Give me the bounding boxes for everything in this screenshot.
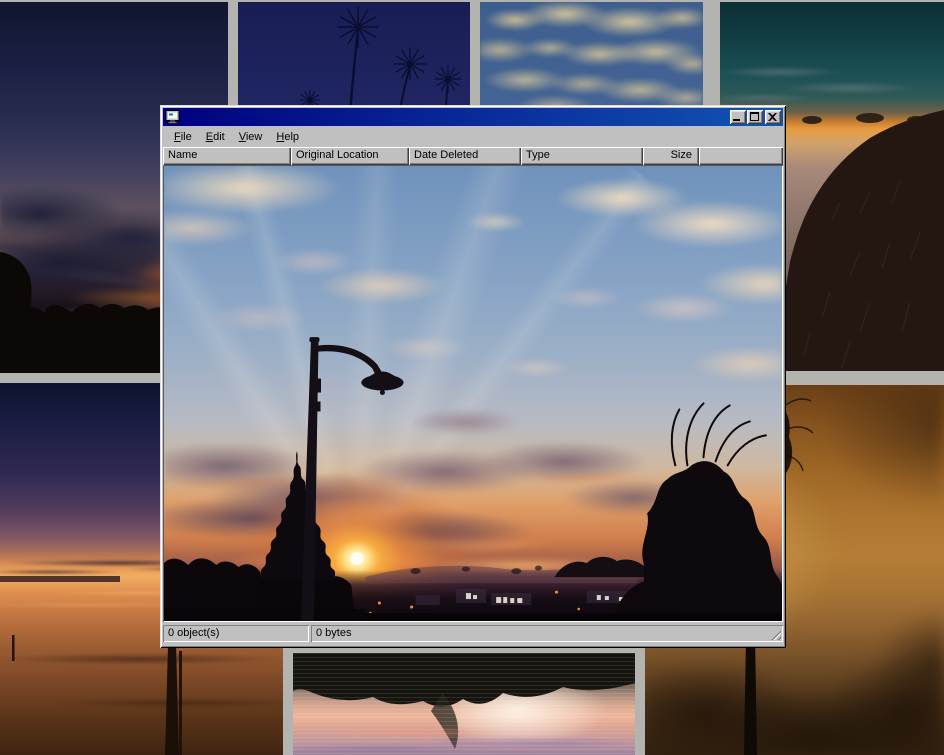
- list-view-empty[interactable]: [163, 165, 783, 622]
- close-button[interactable]: [765, 110, 781, 124]
- column-header-name[interactable]: Name: [163, 147, 291, 165]
- sunset-lamp-photo-background: [164, 166, 782, 621]
- column-header-type[interactable]: Type: [521, 147, 643, 165]
- minimize-button[interactable]: [730, 110, 746, 124]
- menu-view[interactable]: View: [232, 129, 270, 146]
- status-bytes: 0 bytes: [311, 625, 783, 642]
- column-header-blank[interactable]: [699, 147, 783, 165]
- column-header-size[interactable]: Size: [643, 147, 699, 165]
- wallpaper-photo-water-reflection: [293, 653, 635, 755]
- menu-file[interactable]: File: [167, 129, 199, 146]
- maximize-button[interactable]: [747, 110, 763, 124]
- menu-edit[interactable]: Edit: [199, 129, 232, 146]
- water-ripples-decoration: [293, 653, 635, 755]
- resize-grip[interactable]: [769, 628, 781, 640]
- title-bar[interactable]: [163, 108, 783, 126]
- computer-icon: [165, 110, 181, 124]
- recycle-bin-window: File Edit View Help Name Original Locati…: [160, 105, 786, 648]
- status-bytes-text: 0 bytes: [316, 627, 351, 639]
- menu-bar: File Edit View Help: [163, 127, 783, 147]
- column-header-date-deleted[interactable]: Date Deleted: [409, 147, 521, 165]
- menu-help[interactable]: Help: [269, 129, 306, 146]
- close-icon: [768, 113, 777, 121]
- column-header-original-location[interactable]: Original Location: [291, 147, 409, 165]
- status-bar: 0 object(s) 0 bytes: [163, 622, 783, 645]
- minimize-icon: [733, 119, 740, 121]
- column-header-row: Name Original Location Date Deleted Type…: [163, 147, 783, 165]
- silhouettes-graphic: [164, 166, 782, 621]
- status-objects: 0 object(s): [163, 625, 309, 642]
- maximize-icon: [750, 112, 759, 121]
